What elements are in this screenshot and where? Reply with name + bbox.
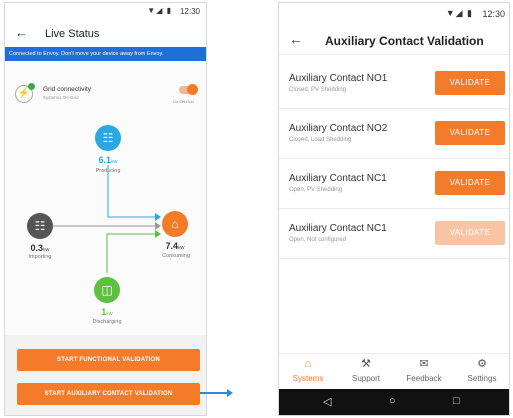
producing-label: Producing — [95, 168, 121, 174]
tab-feedback[interactable]: ✉ Feedback — [395, 358, 453, 383]
tab-label: Settings — [467, 374, 497, 383]
validate-button[interactable]: VALIDATE — [435, 121, 505, 145]
page-title: Live Status — [45, 28, 100, 40]
energy-flow-diagram: ☷ 6.1kW Producing ☷ 0.3kW Importing ⌂ 7.… — [5, 113, 206, 333]
battery-arrowhead — [155, 230, 161, 238]
grid-arrowhead — [155, 222, 161, 230]
live-status-screen: ▼◢ ▮ 12:30 ← Live Status Connected to En… — [4, 2, 207, 416]
contact-status: Open, PV Shedding — [289, 187, 343, 193]
solar-arrowhead — [155, 213, 161, 221]
contact-name: Auxiliary Contact NO2 — [289, 123, 388, 134]
grid-connectivity-row: ⚡ Grid connectivity Systemis On-Grid Go … — [5, 81, 206, 111]
nav-recents-icon[interactable]: □ — [453, 395, 460, 407]
nav-back-icon[interactable]: ◁ — [323, 395, 331, 408]
grid-tower-icon: ⚡ — [15, 83, 35, 103]
status-bar: ▼◢ ▮ 12:30 — [5, 3, 206, 21]
tab-systems[interactable]: ⌂ Systems — [279, 358, 337, 383]
tab-label: Feedback — [406, 374, 442, 383]
tab-support[interactable]: ⚒ Support — [337, 358, 395, 383]
off-grid-toggle[interactable] — [179, 84, 198, 95]
contact-name: Auxiliary Contact NC1 — [289, 223, 387, 234]
aux-contact-validation-screen: ▼◢ ▮ 12:30 ← Auxiliary Contact Validatio… — [278, 2, 510, 416]
list-item: Auxiliary Contact NC1 Open, Not configur… — [279, 209, 509, 259]
list-item: Auxiliary Contact NC1 Open, PV Shedding … — [279, 159, 509, 209]
home-icon: ⌂ — [304, 358, 312, 370]
importing-value: 0.3kW — [30, 243, 50, 253]
list-item: Auxiliary Contact NO1 Closed, PV Sheddin… — [279, 59, 509, 109]
screenshot-stage: ▼◢ ▮ 12:30 ← Live Status Connected to En… — [0, 0, 513, 418]
solar-panel-icon: ☷ — [95, 125, 121, 151]
android-nav-bar: ◁ ○ □ — [279, 389, 509, 415]
start-auxiliary-contact-validation-button[interactable]: START AUXILIARY CONTACT VALIDATION — [17, 383, 200, 405]
feedback-icon: ✉ — [419, 358, 429, 370]
bottom-tab-bar: ⌂ Systems ⚒ Support ✉ Feedback ⚙ Setting… — [279, 353, 509, 389]
contact-list: Auxiliary Contact NO1 Closed, PV Sheddin… — [279, 59, 509, 259]
validate-button[interactable]: VALIDATE — [435, 71, 505, 95]
validate-button[interactable]: VALIDATE — [435, 171, 505, 195]
status-time: 12:30 — [179, 7, 200, 16]
navigation-arrow — [200, 392, 230, 394]
grid-tower-node-icon: ☷ — [27, 213, 53, 239]
contact-name: Auxiliary Contact NC1 — [289, 173, 387, 184]
status-time: 12:30 — [482, 9, 505, 19]
discharging-value: 1kW — [101, 307, 113, 317]
grid-connectivity-label: Grid connectivity — [43, 86, 92, 93]
signal-battery-icons: ▼◢ ▮ — [147, 6, 172, 15]
connection-banner: Connected to Envoy. Don't move your devi… — [5, 47, 206, 61]
gear-icon: ⚙ — [477, 358, 487, 370]
toggle-label: Go Off-Grid — [173, 99, 194, 104]
grid-status-text: Systemis On-Grid — [43, 95, 79, 100]
wrench-icon: ⚒ — [361, 358, 371, 370]
navigation-arrowhead — [227, 389, 233, 397]
signal-battery-icons: ▼◢ ▮ — [445, 8, 473, 18]
validate-button-disabled: VALIDATE — [435, 221, 505, 245]
validation-actions: START FUNCTIONAL VALIDATION START AUXILI… — [5, 335, 206, 415]
app-bar: ← Live Status — [5, 21, 206, 47]
tab-settings[interactable]: ⚙ Settings — [453, 358, 509, 383]
list-item: Auxiliary Contact NO2 Closed, Load Shedd… — [279, 109, 509, 159]
start-functional-validation-button[interactable]: START FUNCTIONAL VALIDATION — [17, 349, 200, 371]
page-title: Auxiliary Contact Validation — [325, 34, 484, 48]
contact-status: Closed, Load Shedding — [289, 137, 352, 143]
consuming-value: 7.4kW — [165, 241, 185, 251]
battery-flow-line — [106, 233, 155, 273]
arrow-left-icon[interactable]: ← — [289, 31, 303, 47]
battery-node-icon: ◫ — [94, 277, 120, 303]
importing-label: Importing — [28, 254, 52, 260]
status-bar: ▼◢ ▮ 12:30 — [279, 3, 509, 25]
nav-home-icon[interactable]: ○ — [389, 395, 396, 407]
tab-label: Support — [351, 374, 381, 383]
discharging-label: Discharging — [92, 319, 122, 325]
contact-status: Closed, PV Shedding — [289, 87, 347, 93]
arrow-left-icon[interactable]: ← — [15, 25, 28, 40]
contact-name: Auxiliary Contact NO1 — [289, 73, 388, 84]
check-badge-icon — [28, 83, 35, 90]
producing-value: 6.1kW — [98, 155, 118, 165]
toggle-knob — [187, 84, 198, 95]
consuming-label: Consuming — [162, 253, 190, 259]
tab-label: Systems — [292, 374, 324, 383]
app-bar: ← Auxiliary Contact Validation — [279, 25, 509, 55]
home-node-icon: ⌂ — [162, 211, 188, 237]
contact-status: Open, Not configured — [289, 237, 347, 243]
